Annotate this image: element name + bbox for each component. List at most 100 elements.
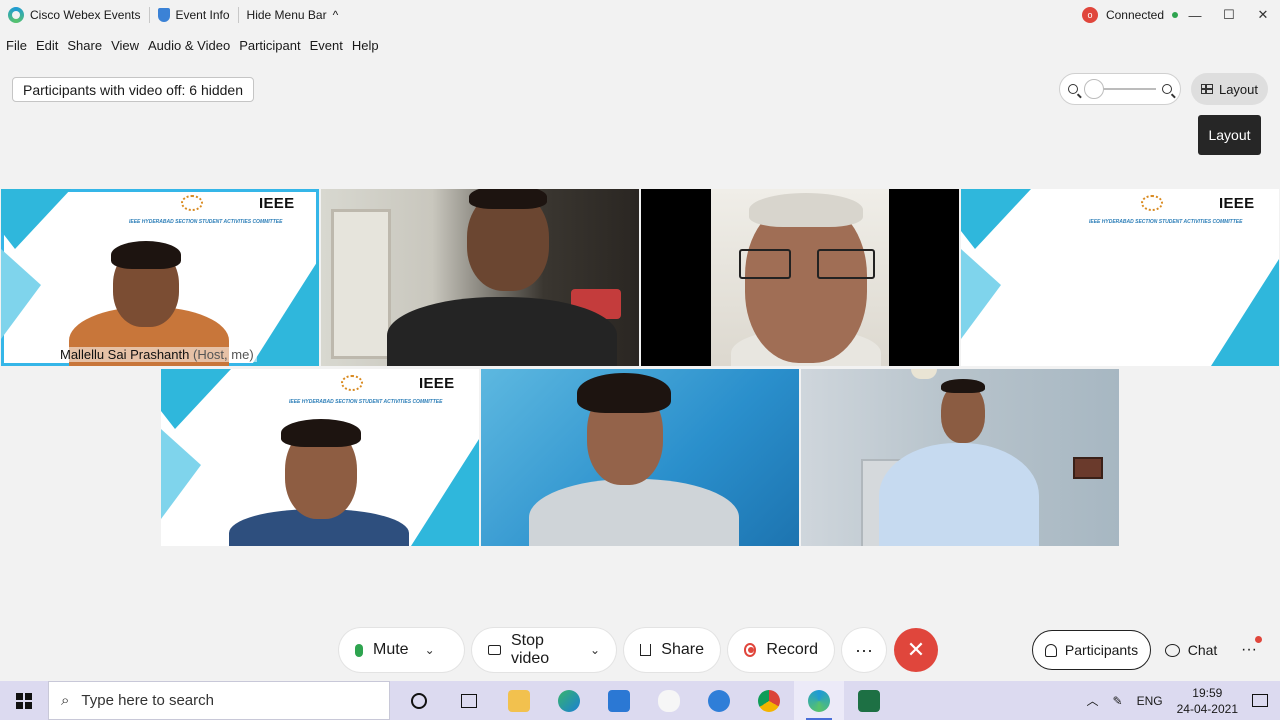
menu-file[interactable]: File bbox=[6, 38, 27, 53]
participant-hair bbox=[111, 241, 181, 269]
menu-event[interactable]: Event bbox=[310, 38, 343, 53]
more-options-button[interactable]: ··· bbox=[842, 628, 886, 672]
shield-icon bbox=[157, 8, 170, 22]
notification-dot-icon bbox=[1255, 636, 1262, 643]
banner-shard bbox=[411, 439, 479, 546]
excel-button[interactable] bbox=[844, 681, 894, 720]
chevron-up-icon[interactable]: ︿ bbox=[1087, 692, 1099, 709]
folder-icon bbox=[508, 689, 530, 712]
close-button[interactable]: ✕ bbox=[1246, 0, 1280, 30]
app-button[interactable] bbox=[694, 681, 744, 720]
cortana-icon bbox=[411, 692, 427, 709]
microphone-icon bbox=[355, 643, 363, 657]
file-explorer-button[interactable] bbox=[494, 681, 544, 720]
glasses bbox=[817, 249, 875, 279]
event-info-button[interactable]: Event Info bbox=[150, 0, 238, 30]
participant-hair bbox=[941, 379, 985, 393]
chevron-up-icon: ^ bbox=[332, 8, 339, 22]
wall-frame bbox=[1073, 457, 1103, 479]
taskbar-clock[interactable]: 19:59 24-04-2021 bbox=[1177, 685, 1238, 717]
window-controls: — ☐ ✕ bbox=[1178, 0, 1280, 30]
zoom-out-icon[interactable] bbox=[1068, 84, 1078, 94]
video-tile-host[interactable]: IEEE IEEE HYDERABAD SECTION STUDENT ACTI… bbox=[1, 189, 319, 366]
clock-time: 19:59 bbox=[1192, 685, 1223, 700]
participants-label: Participants bbox=[1064, 642, 1139, 658]
participant-hair bbox=[577, 373, 671, 413]
event-info-label: Event Info bbox=[175, 8, 230, 22]
layout-button[interactable]: Layout bbox=[1191, 73, 1268, 105]
share-icon bbox=[640, 644, 652, 656]
participants-panel-button[interactable]: Participants bbox=[1032, 630, 1151, 670]
webex-icon bbox=[808, 689, 830, 712]
zoom-slider-knob[interactable] bbox=[1084, 79, 1104, 99]
participant-body bbox=[529, 479, 739, 546]
record-label: Record bbox=[766, 641, 818, 658]
onedrive-button[interactable] bbox=[644, 681, 694, 720]
video-tile[interactable] bbox=[641, 189, 959, 366]
webex-taskbar-button[interactable] bbox=[794, 681, 844, 720]
edge-button[interactable] bbox=[544, 681, 594, 720]
edge-icon bbox=[558, 689, 580, 712]
chat-label: Chat bbox=[1187, 642, 1218, 658]
video-tile[interactable]: IEEE IEEE HYDERABAD SECTION STUDENT ACTI… bbox=[961, 189, 1279, 366]
ieee-logo: IEEE bbox=[419, 375, 455, 392]
menu-participant[interactable]: Participant bbox=[239, 38, 300, 53]
mute-label: Mute bbox=[373, 641, 409, 658]
pen-icon[interactable]: ✎ bbox=[1113, 694, 1123, 708]
stop-video-button[interactable]: Stop video ⌄ bbox=[472, 628, 616, 672]
mail-button[interactable] bbox=[594, 681, 644, 720]
banner-subtitle: IEEE HYDERABAD SECTION STUDENT ACTIVITIE… bbox=[129, 219, 283, 225]
search-icon: ⌕ bbox=[61, 692, 70, 709]
video-tile[interactable] bbox=[801, 369, 1119, 546]
zoom-in-icon[interactable] bbox=[1162, 84, 1172, 94]
mute-button[interactable]: Mute ⌄ bbox=[339, 628, 464, 672]
chevron-down-icon[interactable]: ⌄ bbox=[590, 643, 600, 657]
taskbar-search-box[interactable]: ⌕ Type here to search bbox=[48, 681, 390, 720]
participant-body bbox=[387, 297, 617, 366]
more-panels-button[interactable]: ··· bbox=[1232, 632, 1266, 668]
layout-tooltip: Layout bbox=[1198, 115, 1261, 155]
chat-panel-button[interactable]: Chat bbox=[1155, 630, 1227, 670]
video-off-participants-button[interactable]: Participants with video off: 6 hidden bbox=[12, 77, 254, 102]
menu-share[interactable]: Share bbox=[67, 38, 102, 53]
share-button[interactable]: Share bbox=[624, 628, 720, 672]
language-indicator[interactable]: ENG bbox=[1137, 694, 1163, 708]
maximize-button[interactable]: ☐ bbox=[1212, 0, 1246, 30]
sac-logo-icon bbox=[181, 195, 203, 211]
camera-icon bbox=[488, 645, 501, 655]
menu-view[interactable]: View bbox=[111, 38, 139, 53]
participant-hair bbox=[469, 189, 547, 209]
video-tile[interactable] bbox=[321, 189, 639, 366]
leave-event-button[interactable]: ✕ bbox=[894, 628, 938, 672]
task-view-button[interactable] bbox=[444, 681, 494, 720]
banner-shard bbox=[161, 369, 231, 429]
record-button[interactable]: Record bbox=[728, 628, 834, 672]
minimize-button[interactable]: — bbox=[1178, 0, 1212, 30]
glasses bbox=[739, 249, 791, 279]
participant-name-tag: Mallellu Sai Prashanth (Host, me) bbox=[57, 347, 257, 362]
notification-center-icon[interactable] bbox=[1252, 694, 1268, 707]
ellipsis-icon: ··· bbox=[1241, 641, 1257, 658]
menu-audio-video[interactable]: Audio & Video bbox=[148, 38, 230, 53]
menu-edit[interactable]: Edit bbox=[36, 38, 58, 53]
status-label: Connected bbox=[1105, 8, 1164, 22]
chrome-button[interactable] bbox=[744, 681, 794, 720]
video-tile[interactable]: IEEE IEEE HYDERABAD SECTION STUDENT ACTI… bbox=[161, 369, 479, 546]
banner-shard bbox=[251, 259, 319, 366]
chat-icon bbox=[1164, 643, 1180, 657]
zoom-slider[interactable] bbox=[1084, 79, 1156, 99]
app-name: Cisco Webex Events bbox=[30, 8, 141, 22]
cortana-button[interactable] bbox=[394, 681, 444, 720]
webex-logo-icon bbox=[8, 7, 24, 23]
video-tile[interactable] bbox=[481, 369, 799, 546]
chevron-down-icon[interactable]: ⌄ bbox=[425, 643, 435, 657]
stop-video-label: Stop video bbox=[510, 632, 550, 667]
start-button[interactable] bbox=[0, 681, 48, 720]
recording-indicator-icon: o bbox=[1081, 7, 1098, 23]
menu-help[interactable]: Help bbox=[352, 38, 379, 53]
banner-subtitle: IEEE HYDERABAD SECTION STUDENT ACTIVITIE… bbox=[289, 399, 443, 405]
connection-status[interactable]: o Connected bbox=[1081, 0, 1178, 30]
banner-subtitle: IEEE HYDERABAD SECTION STUDENT ACTIVITIE… bbox=[1089, 219, 1243, 225]
ieee-logo: IEEE bbox=[1219, 195, 1255, 212]
hide-menu-bar-button[interactable]: Hide Menu Bar ^ bbox=[239, 0, 347, 30]
